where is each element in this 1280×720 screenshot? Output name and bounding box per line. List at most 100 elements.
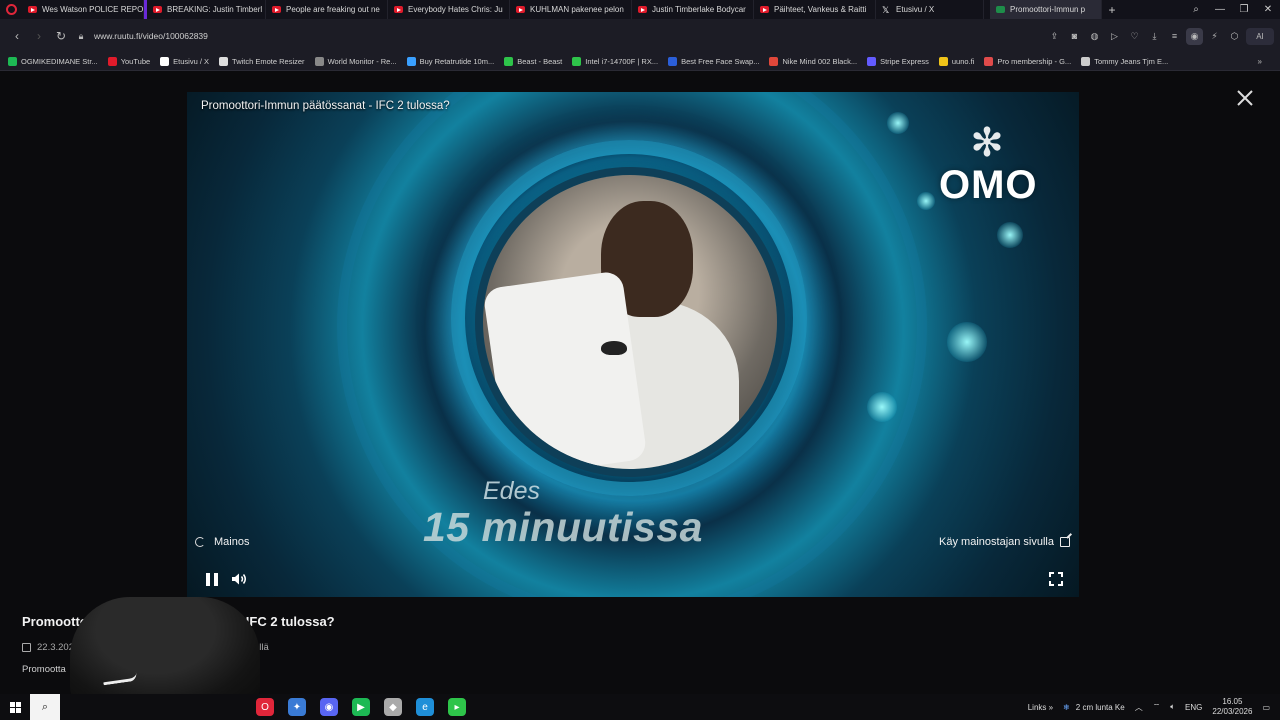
profile-icon[interactable]: ◉ <box>1186 27 1203 45</box>
brand-name: OMO <box>939 163 1038 207</box>
bubble <box>867 392 897 422</box>
bookmark-item[interactable]: Twitch Emote Resizer <box>219 57 305 66</box>
lock-icon[interactable]: 🔒︎ <box>72 31 90 42</box>
chevron-up-icon[interactable]: ︿ <box>1135 702 1143 713</box>
forward-icon[interactable]: › <box>28 29 50 43</box>
video-title: Promoottori-Immun päätössanat - IFC 2 tu… <box>201 100 450 112</box>
bookmark-label: YouTube <box>120 57 151 66</box>
tab-title: Päihteet, Vankeus & Raitti <box>774 5 867 14</box>
minimize-icon[interactable]: — <box>1208 4 1232 15</box>
bookmark-item[interactable]: World Monitor - Re... <box>314 57 397 66</box>
bookmark-item[interactable]: Etusivu / X <box>160 57 209 66</box>
x-icon: 𝕏 <box>882 4 890 15</box>
bookmark-item[interactable]: uuno.fi <box>938 57 974 66</box>
bookmark-item[interactable]: Stripe Express <box>867 57 929 66</box>
opera-app-icon[interactable]: O <box>256 698 274 716</box>
vpn-icon[interactable]: ◍ <box>1086 28 1103 45</box>
tab[interactable]: People are freaking out ne <box>266 0 388 19</box>
bookmark-item[interactable]: Buy Retatrutide 10m... <box>406 57 494 66</box>
speaker-icon[interactable]: 🔈︎ <box>1170 702 1175 712</box>
more-bookmarks-icon[interactable]: » <box>1258 57 1262 66</box>
bubble <box>947 322 987 362</box>
url-field[interactable]: www.ruutu.fi/video/100062839 <box>94 31 208 41</box>
copilot-app-icon[interactable]: ✦ <box>288 698 306 716</box>
new-tab-button[interactable]: + <box>1102 3 1122 17</box>
spotify-app-icon[interactable]: ▶ <box>352 698 370 716</box>
tab-active[interactable]: Promoottori-Immun p <box>990 0 1102 19</box>
ad-label: Mainos <box>214 536 250 548</box>
bubble <box>997 222 1023 248</box>
bookmark-favicon-icon <box>8 57 17 66</box>
tab[interactable]: 𝕏 Etusivu / X <box>876 0 984 19</box>
bookmark-label: Beast - Beast <box>517 57 563 66</box>
weather-widget[interactable]: ❄ 2 cm lunta Ke <box>1063 703 1125 712</box>
extension-icon[interactable]: ⚡︎ <box>1206 28 1223 45</box>
heart-icon[interactable]: ♡ <box>1126 28 1143 45</box>
fullscreen-icon[interactable] <box>1049 572 1063 586</box>
bookmark-label: Best Free Face Swap... <box>681 57 760 66</box>
taskbar: ⌕ O ✦ ◉ ▶ ◆ e ▸ Links » ❄ 2 cm lunta Ke ︿ ⌔ 🔈︎… <box>0 694 1280 720</box>
cube-icon[interactable]: ⬡ <box>1226 28 1243 45</box>
tab[interactable]: Everybody Hates Chris: Ju <box>388 0 510 19</box>
address-bar: ‹ › ↻ 🔒︎ www.ruutu.fi/video/100062839 ⇪ … <box>0 19 1280 53</box>
terminal-app-icon[interactable]: ▸ <box>448 698 466 716</box>
close-window-icon[interactable]: ✕ <box>1256 4 1280 15</box>
tab-bar: Wes Watson POLICE REPO BREAKING: Justin … <box>0 0 1280 19</box>
snow-icon: ❄ <box>1063 702 1070 712</box>
search-icon[interactable]: ⌕ <box>30 694 60 720</box>
visit-advertiser-button[interactable]: Käy mainostajan sivulla <box>939 536 1070 548</box>
notifications-icon[interactable]: ▭ <box>1262 703 1270 712</box>
video-frame-person <box>483 175 777 469</box>
youtube-icon <box>516 6 525 13</box>
volume-icon[interactable] <box>231 572 247 586</box>
tab-title: Promoottori-Immun p <box>1010 5 1086 14</box>
back-icon[interactable]: ‹ <box>6 29 28 43</box>
video-player[interactable]: ✻ OMO Promoottori-Immun päätössanat - IF… <box>187 92 1079 597</box>
bookmark-item[interactable]: YouTube <box>107 57 151 66</box>
start-button[interactable] <box>0 694 30 720</box>
reload-icon[interactable]: ↻ <box>50 29 72 43</box>
bookmark-item[interactable]: Intel i7-14700F | RX... <box>572 57 658 66</box>
tab[interactable]: Justin Timberlake Bodycar <box>632 0 754 19</box>
tab[interactable]: Päihteet, Vankeus & Raitti <box>754 0 876 19</box>
bookmark-favicon-icon <box>668 57 678 66</box>
bookmark-label: OGMIKEDIMANE Str... <box>21 57 98 66</box>
pause-icon[interactable] <box>206 573 218 586</box>
close-icon[interactable] <box>1234 87 1256 109</box>
bookmark-favicon-icon <box>984 57 994 66</box>
bookmark-item[interactable]: Nike Mind 002 Black... <box>769 57 857 66</box>
ai-label: AI <box>1256 31 1264 41</box>
bookmark-label: Twitch Emote Resizer <box>232 57 305 66</box>
bookmark-item[interactable]: OGMIKEDIMANE Str... <box>8 57 98 66</box>
bookmark-favicon-icon <box>572 57 582 66</box>
restore-icon[interactable]: ❐ <box>1232 4 1256 15</box>
clock-date: 22/03/2026 <box>1212 707 1253 716</box>
search-tabs-icon[interactable]: ⌕ <box>1184 4 1208 15</box>
links-toolbar[interactable]: Links » <box>1028 703 1053 712</box>
menu-icon[interactable]: ≡ <box>1166 28 1183 45</box>
bookmark-item[interactable]: Beast - Beast <box>504 57 562 66</box>
player-icon[interactable]: ▷ <box>1106 28 1123 45</box>
bookmark-label: Intel i7-14700F | RX... <box>585 57 659 66</box>
bookmark-item[interactable]: Pro membership - G... <box>984 57 1071 66</box>
discord-app-icon[interactable]: ◉ <box>320 698 338 716</box>
clock[interactable]: 16.05 22/03/2026 <box>1212 697 1252 717</box>
tab[interactable]: Wes Watson POLICE REPO <box>22 0 144 19</box>
opera-menu-icon[interactable] <box>0 0 22 19</box>
shield-app-icon[interactable]: ◆ <box>384 698 402 716</box>
download-icon[interactable]: ⤓ <box>1146 28 1163 45</box>
tab[interactable]: KUHLMAN pakenee pelon <box>510 0 632 19</box>
bookmark-item[interactable]: Best Free Face Swap... <box>668 57 759 66</box>
tab[interactable]: BREAKING: Justin Timberl <box>144 0 266 19</box>
bookmark-item[interactable]: Tommy Jeans Tjm E... <box>1081 57 1168 66</box>
language-indicator[interactable]: ENG <box>1185 703 1202 712</box>
windows-icon <box>9 701 21 713</box>
bubble <box>917 192 935 210</box>
edge-app-icon[interactable]: e <box>416 698 434 716</box>
bookmark-favicon-icon <box>867 57 877 66</box>
network-icon[interactable]: ⌔ <box>1153 702 1161 712</box>
share-icon[interactable]: ⇪ <box>1046 28 1063 45</box>
snapshot-icon[interactable]: ◙ <box>1066 28 1083 45</box>
ruutu-icon <box>996 6 1005 13</box>
ai-button[interactable]: AI <box>1246 27 1274 45</box>
